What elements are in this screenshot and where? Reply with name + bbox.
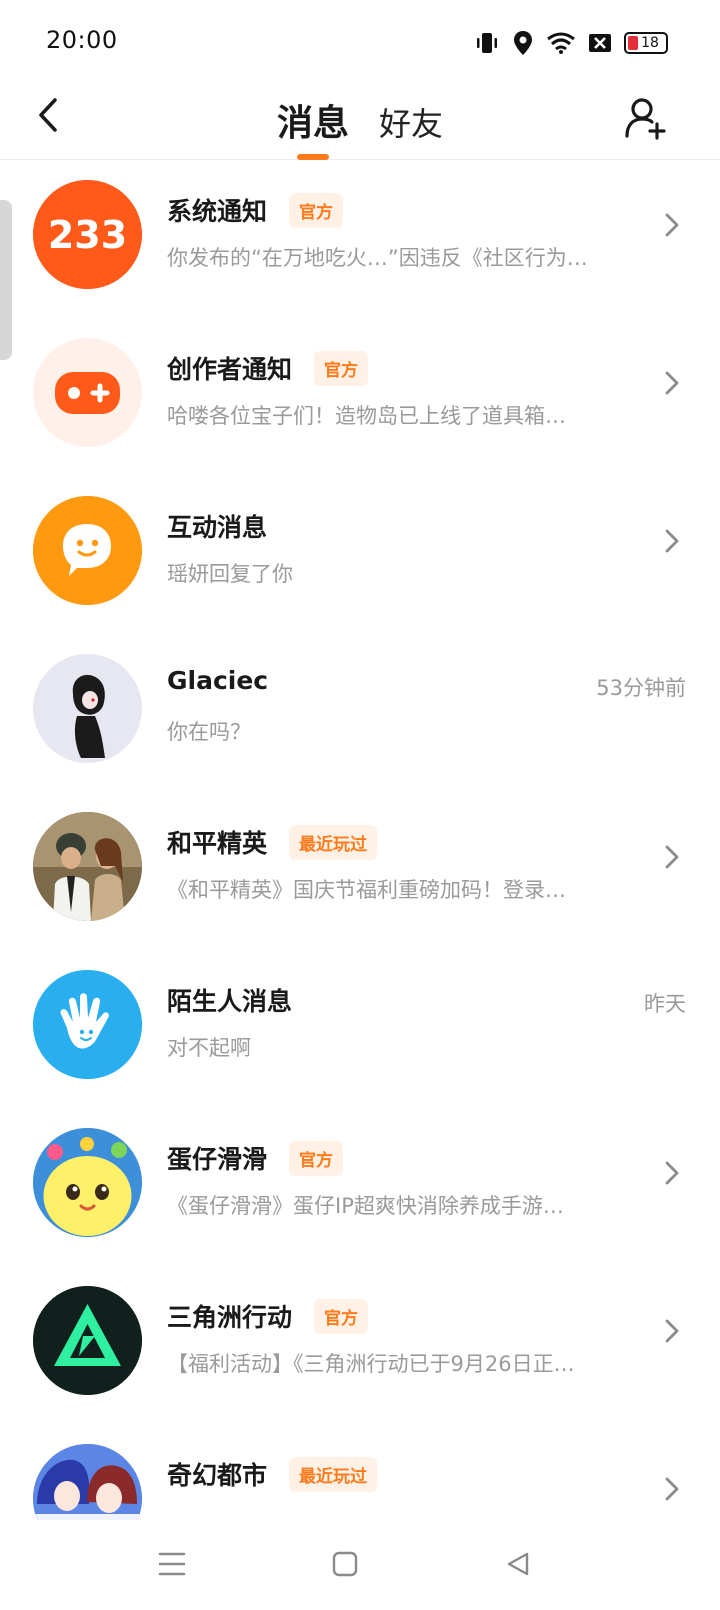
menu-button[interactable] [148, 1542, 196, 1586]
timestamp: 53分钟前 [596, 676, 686, 700]
battery-level: 18 [641, 35, 659, 51]
avatar [33, 496, 142, 605]
item-name: 三角洲行动 [167, 1303, 293, 1332]
system-nav-bar [0, 1520, 720, 1610]
menu-icon [158, 1552, 186, 1576]
name-row: 奇幻都市 最近玩过 [167, 1456, 378, 1492]
game-avatar-icon [33, 1444, 142, 1520]
chevron-right-icon [665, 1477, 679, 1501]
status-bar: 20:00 18 [0, 0, 720, 80]
avatar-text: 233 [48, 213, 127, 257]
list-item-game-eggy[interactable]: 蛋仔滑滑 官方 《蛋仔滑滑》蛋仔IP超爽快消除养成手游… [0, 1110, 720, 1268]
game-avatar-icon [33, 1286, 142, 1395]
chevron-right-icon [665, 1161, 679, 1185]
item-name: 陌生人消息 [167, 987, 293, 1016]
tab-indicator [296, 154, 329, 160]
tab-friends[interactable]: 好友 [379, 80, 443, 160]
avatar [33, 1128, 142, 1237]
add-friend-button[interactable] [618, 88, 674, 148]
tab-messages-label: 消息 [276, 103, 349, 144]
game-avatar-icon [33, 1128, 142, 1237]
name-row: 和平精英 最近玩过 [167, 824, 378, 860]
wifi-icon [546, 31, 576, 55]
avatar [33, 812, 142, 921]
avatar [33, 338, 142, 447]
name-row: 三角洲行动 官方 [167, 1298, 369, 1334]
tab-bar: 消息 好友 [0, 80, 720, 160]
list-item-game-fantasy-city[interactable]: 奇幻都市 最近玩过 [0, 1426, 720, 1520]
status-icons: 18 [474, 28, 668, 58]
list-item-creator-notice[interactable]: 创作者通知 官方 哈喽各位宝子们！造物岛已上线了道具箱… [0, 320, 720, 478]
hand-wave-icon [33, 970, 142, 1079]
list-item-glaciec[interactable]: Glaciec 你在吗？ 53分钟前 [0, 636, 720, 794]
chevron-right-icon [665, 529, 679, 553]
item-preview: 你在吗？ [167, 720, 251, 744]
item-name: 系统通知 [167, 197, 268, 226]
item-preview: 瑶妍回复了你 [167, 562, 293, 586]
tag-badge: 官方 [289, 192, 344, 228]
item-name: Glaciec [167, 666, 269, 695]
item-preview: 《和平精英》国庆节福利重磅加码！登录… [167, 878, 566, 902]
avatar: 233 [33, 180, 142, 289]
vibrate-icon [474, 30, 500, 56]
chevron-right-icon [665, 1319, 679, 1343]
no-sim-icon [588, 32, 612, 54]
tab-messages[interactable]: 消息 [277, 80, 349, 160]
list-item-interaction[interactable]: 互动消息 瑶妍回复了你 [0, 478, 720, 636]
name-row: Glaciec [167, 666, 268, 695]
avatar [33, 1286, 142, 1395]
item-preview: 对不起啊 [167, 1036, 251, 1060]
nav-header: 消息 好友 [0, 80, 720, 160]
location-icon [512, 30, 534, 56]
system-back-button[interactable] [494, 1542, 542, 1586]
name-row: 互动消息 [167, 508, 267, 544]
home-square-icon [332, 1551, 358, 1577]
add-friend-icon [625, 98, 666, 140]
item-preview: 【福利活动】《三角洲行动已于9月26日正… [167, 1352, 575, 1376]
tag-badge: 官方 [314, 1298, 369, 1334]
chevron-right-icon [665, 845, 679, 869]
item-name: 蛋仔滑滑 [167, 1145, 268, 1174]
tab-friends-label: 好友 [379, 105, 444, 143]
back-triangle-icon [507, 1552, 529, 1576]
home-button[interactable] [321, 1542, 369, 1586]
tag-badge: 最近玩过 [289, 1456, 378, 1492]
233-logo-icon: 233 [33, 180, 142, 289]
battery-icon: 18 [624, 32, 668, 54]
chat-bubble-icon [33, 496, 142, 605]
name-row: 蛋仔滑滑 官方 [167, 1140, 344, 1176]
chevron-right-icon [665, 371, 679, 395]
item-name: 互动消息 [167, 513, 268, 542]
tag-badge: 官方 [289, 1140, 344, 1176]
avatar [33, 1444, 142, 1520]
name-row: 创作者通知 官方 [167, 350, 369, 386]
name-row: 系统通知 官方 [167, 192, 344, 228]
name-row: 陌生人消息 [167, 982, 292, 1018]
item-preview: 你发布的“在万地吃火…”因违反《社区行为… [167, 246, 588, 270]
item-name: 创作者通知 [167, 355, 293, 384]
tag-badge: 最近玩过 [289, 824, 378, 860]
chevron-right-icon [665, 213, 679, 237]
game-avatar-icon [33, 812, 142, 921]
user-avatar-icon [33, 654, 142, 763]
list-item-stranger-messages[interactable]: 陌生人消息 对不起啊 昨天 [0, 952, 720, 1110]
item-name: 奇幻都市 [167, 1461, 268, 1490]
list-item-game-peace-elite[interactable]: 和平精英 最近玩过 《和平精英》国庆节福利重磅加码！登录… [0, 794, 720, 952]
item-name: 和平精英 [167, 829, 268, 858]
list-item-system-notice[interactable]: 233 系统通知 官方 你发布的“在万地吃火…”因违反《社区行为… [0, 162, 720, 320]
gamepad-icon [55, 372, 120, 414]
timestamp: 昨天 [644, 992, 686, 1016]
tag-badge: 官方 [314, 350, 369, 386]
message-list: 233 系统通知 官方 你发布的“在万地吃火…”因违反《社区行为… 创作者通知 … [0, 162, 720, 1520]
item-preview: 哈喽各位宝子们！造物岛已上线了道具箱… [167, 404, 566, 428]
avatar [33, 970, 142, 1079]
status-time: 20:00 [46, 26, 118, 54]
list-item-game-delta-force[interactable]: 三角洲行动 官方 【福利活动】《三角洲行动已于9月26日正… [0, 1268, 720, 1426]
avatar [33, 654, 142, 763]
item-preview: 《蛋仔滑滑》蛋仔IP超爽快消除养成手游… [167, 1194, 564, 1218]
